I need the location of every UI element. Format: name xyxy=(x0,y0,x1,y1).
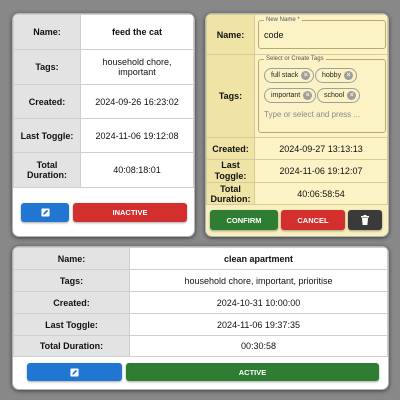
tag-chip-important[interactable]: important × xyxy=(264,88,317,103)
name-label: Name: xyxy=(13,247,130,270)
task-name: clean apartment xyxy=(129,247,388,270)
new-name-legend: New Name * xyxy=(264,16,302,25)
total-duration-row: Total Duration: 40:06:58:54 xyxy=(206,182,388,205)
remove-tag-icon[interactable]: × xyxy=(347,91,357,100)
tags-label: Tags: xyxy=(13,49,81,85)
created-label: Created: xyxy=(13,291,130,314)
last-toggle-row: Last Toggle: 2024-11-06 19:12:07 xyxy=(206,159,388,183)
total-duration-value: 40:08:18:01 xyxy=(80,152,194,188)
new-name-field[interactable]: New Name * code xyxy=(258,16,386,49)
tag-chip-hobby[interactable]: hobby × xyxy=(315,68,358,83)
task-details-table: Name: clean apartment Tags: household ch… xyxy=(13,247,388,357)
total-duration-row: Total Duration: 40:08:18:01 xyxy=(13,152,194,188)
created-value: 2024-09-26 16:23:02 xyxy=(80,84,194,119)
last-toggle-label: Last Toggle: xyxy=(13,118,81,153)
toggle-active-button[interactable]: ACTIVE xyxy=(126,363,379,381)
last-toggle-value: 2024-11-06 19:12:08 xyxy=(80,118,194,153)
task-tags: household chore, important, prioritise xyxy=(129,269,388,292)
created-label: Created: xyxy=(13,84,81,119)
edit-icon xyxy=(40,208,50,217)
tags-row: Tags: household chore, important xyxy=(13,49,194,85)
tag-chip-school[interactable]: school × xyxy=(317,88,361,103)
task-name: feed the cat xyxy=(80,14,194,50)
confirm-button[interactable]: CONFIRM xyxy=(210,210,278,230)
total-duration-value: 00:30:58 xyxy=(129,335,388,357)
created-label: Created: xyxy=(206,137,255,160)
task-details-table: Name: feed the cat Tags: household chore… xyxy=(13,14,194,188)
last-toggle-label: Last Toggle: xyxy=(206,159,255,183)
tags-row: Tags: household chore, important, priori… xyxy=(13,269,388,292)
total-duration-value: 40:06:58:54 xyxy=(254,182,388,205)
total-duration-label: Total Duration: xyxy=(206,182,255,205)
tag-chip-full-stack[interactable]: full stack × xyxy=(264,68,315,83)
name-row: Name: clean apartment xyxy=(13,247,388,270)
tag-chip-label: hobby xyxy=(322,72,342,79)
created-row: Created: 2024-09-26 16:23:02 xyxy=(13,84,194,119)
last-toggle-row: Last Toggle: 2024-11-06 19:12:08 xyxy=(13,118,194,153)
trash-icon xyxy=(361,215,369,225)
remove-tag-icon[interactable]: × xyxy=(344,71,354,80)
remove-tag-icon[interactable]: × xyxy=(301,71,311,80)
total-duration-label: Total Duration: xyxy=(13,152,81,188)
tag-chip-label: important xyxy=(271,92,301,99)
tag-chip-label: full stack xyxy=(271,72,299,79)
total-duration-label: Total Duration: xyxy=(13,335,130,357)
name-row: Name: feed the cat xyxy=(13,14,194,50)
tags-label: Tags: xyxy=(13,269,130,292)
edit-icon xyxy=(70,367,79,377)
cancel-button[interactable]: CANCEL xyxy=(281,210,345,230)
task-tags: household chore, important xyxy=(80,49,194,85)
created-value: 2024-10-31 10:00:00 xyxy=(129,291,388,314)
tags-select-legend: Select or Create Tags xyxy=(264,55,326,64)
created-row: Created: 2024-10-31 10:00:00 xyxy=(13,291,388,314)
created-row: Created: 2024-09-27 13:13:13 xyxy=(206,137,388,160)
task-card-edit-mode: Name: Tags: Created: 2024-09-27 13:13:13… xyxy=(205,13,389,237)
tag-chip-label: school xyxy=(324,92,345,99)
edit-button[interactable] xyxy=(27,363,122,381)
last-toggle-value: 2024-11-06 19:12:07 xyxy=(254,159,388,183)
last-toggle-row: Last Toggle: 2024-11-06 19:37:35 xyxy=(13,313,388,336)
name-label: Name: xyxy=(13,14,81,50)
name-label: Name: xyxy=(206,14,255,55)
tags-input-placeholder[interactable]: Type or select and press ... xyxy=(264,110,360,119)
new-name-value[interactable]: code xyxy=(264,30,284,40)
remove-tag-icon[interactable]: × xyxy=(303,91,313,100)
delete-button[interactable] xyxy=(348,210,382,230)
total-duration-row: Total Duration: 00:30:58 xyxy=(13,335,388,357)
last-toggle-value: 2024-11-06 19:37:35 xyxy=(129,313,388,336)
task-card-feed-the-cat: Name: feed the cat Tags: household chore… xyxy=(12,13,195,237)
tags-label: Tags: xyxy=(206,54,255,138)
edit-button[interactable] xyxy=(21,203,69,222)
last-toggle-label: Last Toggle: xyxy=(13,313,130,336)
toggle-inactive-button[interactable]: INACTIVE xyxy=(73,203,187,222)
tags-select-field[interactable]: Select or Create Tags full stack × hobby… xyxy=(258,55,386,133)
task-card-clean-apartment: Name: clean apartment Tags: household ch… xyxy=(12,246,389,390)
created-value: 2024-09-27 13:13:13 xyxy=(254,137,388,160)
